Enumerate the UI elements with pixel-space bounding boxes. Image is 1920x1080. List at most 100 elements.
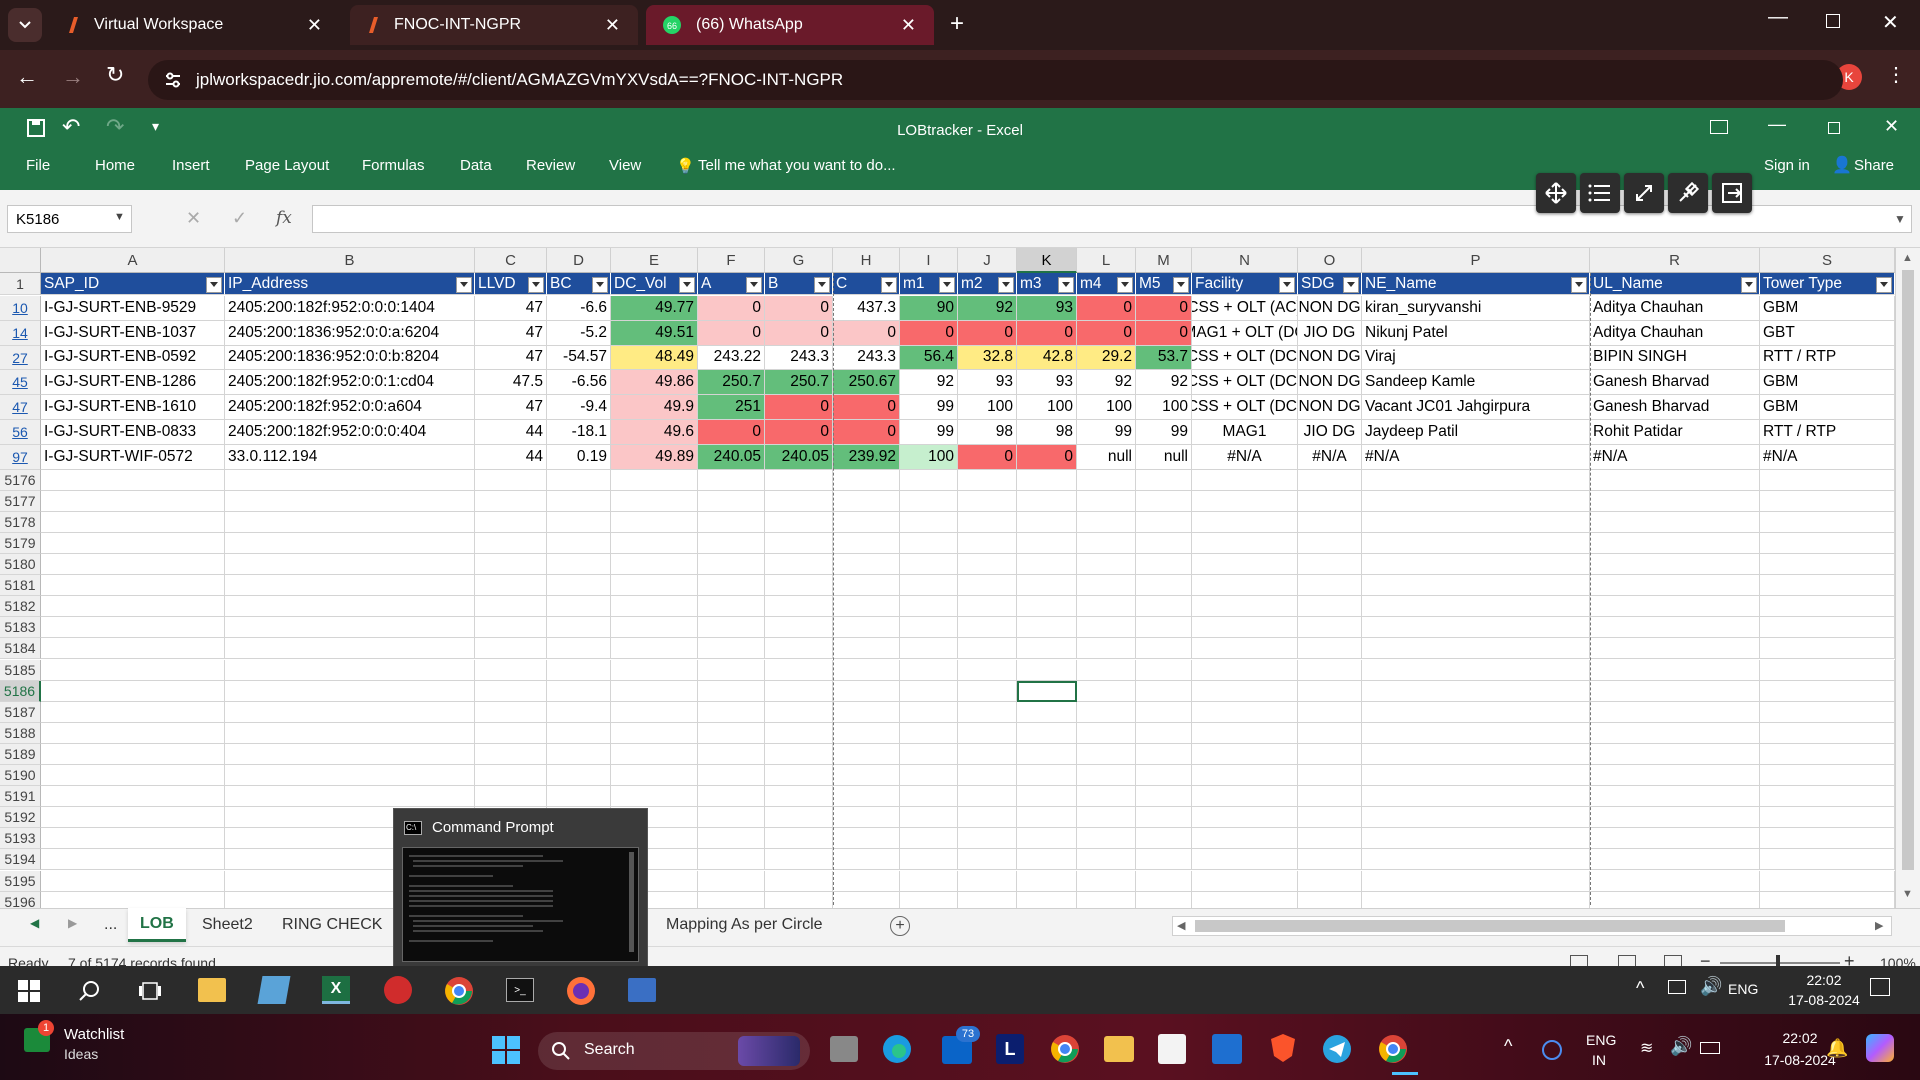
empty-cell[interactable] <box>765 532 833 554</box>
filter-dropdown-icon[interactable] <box>881 277 897 293</box>
empty-cell[interactable] <box>1017 511 1077 533</box>
command-prompt-preview[interactable]: C:\ Command Prompt <box>393 808 648 968</box>
empty-cell[interactable] <box>1077 870 1136 892</box>
add-sheet-icon[interactable]: + <box>890 916 910 936</box>
empty-cell[interactable] <box>900 511 958 533</box>
filter-dropdown-icon[interactable] <box>1173 277 1189 293</box>
menu-view[interactable]: View <box>609 157 641 174</box>
table-cell[interactable]: CSS + OLT (AC) <box>1192 296 1298 321</box>
table-cell[interactable]: -54.57 <box>547 345 611 371</box>
empty-cell[interactable] <box>1362 596 1590 618</box>
empty-cell[interactable] <box>547 532 611 554</box>
row-header[interactable]: 47 <box>0 395 41 420</box>
empty-cell[interactable] <box>1017 596 1077 618</box>
empty-cell[interactable] <box>1760 638 1895 660</box>
empty-cell[interactable] <box>1298 807 1362 829</box>
empty-cell[interactable] <box>1760 870 1895 892</box>
empty-cell[interactable] <box>1362 659 1590 681</box>
table-cell[interactable]: 0 <box>765 320 833 346</box>
empty-cell[interactable] <box>1136 596 1192 618</box>
table-cell[interactable]: null <box>1136 444 1192 470</box>
empty-cell[interactable] <box>475 743 547 765</box>
empty-cell[interactable] <box>900 638 958 660</box>
empty-cell[interactable] <box>1017 849 1077 871</box>
empty-cell[interactable] <box>41 575 225 597</box>
empty-cell[interactable] <box>41 828 225 850</box>
table-cell[interactable]: 44 <box>475 420 547 445</box>
table-cell[interactable]: 0 <box>1017 444 1077 470</box>
empty-cell[interactable] <box>1590 638 1760 660</box>
empty-cell[interactable] <box>1136 638 1192 660</box>
empty-cell[interactable] <box>765 828 833 850</box>
table-cell[interactable]: 44 <box>475 444 547 470</box>
empty-cell[interactable] <box>611 469 698 491</box>
table-cell[interactable]: 53.7 <box>1136 345 1192 371</box>
table-cell[interactable]: MAG1 + OLT (DC <box>1192 320 1298 346</box>
empty-cell[interactable] <box>900 701 958 723</box>
table-cell[interactable]: JIO DG <box>1298 320 1362 346</box>
table-cell[interactable]: -5.2 <box>547 320 611 346</box>
empty-cell[interactable] <box>1590 701 1760 723</box>
empty-cell[interactable] <box>1590 807 1760 829</box>
table-cell[interactable]: 239.92 <box>833 444 900 470</box>
empty-cell[interactable] <box>1136 617 1192 639</box>
table-cell[interactable]: 47 <box>475 345 547 371</box>
empty-cell[interactable] <box>698 849 765 871</box>
table-cell[interactable]: 0 <box>833 395 900 420</box>
table-cell[interactable]: 100 <box>1017 395 1077 420</box>
table-cell[interactable]: 0 <box>833 420 900 445</box>
empty-cell[interactable] <box>1362 575 1590 597</box>
table-cell[interactable]: 0.19 <box>547 444 611 470</box>
empty-cell[interactable] <box>547 743 611 765</box>
empty-cell[interactable] <box>833 849 900 871</box>
empty-cell[interactable] <box>1760 596 1895 618</box>
empty-cell[interactable] <box>475 786 547 808</box>
empty-cell[interactable] <box>225 659 475 681</box>
empty-cell[interactable] <box>1590 617 1760 639</box>
table-cell[interactable]: 98 <box>1017 420 1077 445</box>
table-cell[interactable]: 49.6 <box>611 420 698 445</box>
empty-cell[interactable] <box>225 532 475 554</box>
table-cell[interactable]: GBT <box>1760 320 1895 346</box>
empty-cell[interactable] <box>41 617 225 639</box>
empty-cell[interactable] <box>765 701 833 723</box>
empty-cell[interactable] <box>225 617 475 639</box>
filter-dropdown-icon[interactable] <box>1058 277 1074 293</box>
table-cell[interactable]: 0 <box>765 296 833 321</box>
table-cell[interactable]: 437.3 <box>833 296 900 321</box>
empty-cell[interactable] <box>1760 807 1895 829</box>
filter-dropdown-icon[interactable] <box>1571 277 1587 293</box>
empty-cell[interactable] <box>698 575 765 597</box>
empty-cell[interactable] <box>1077 511 1136 533</box>
forward-icon[interactable]: → <box>62 64 84 90</box>
empty-cell[interactable] <box>698 722 765 744</box>
empty-cell[interactable] <box>958 638 1017 660</box>
table-cell[interactable]: 2405:200:1836:952:0:0:b:8204 <box>225 345 475 371</box>
empty-cell[interactable] <box>611 638 698 660</box>
empty-cell[interactable] <box>900 532 958 554</box>
close-tab-icon[interactable]: ✕ <box>901 15 916 36</box>
table-cell[interactable]: 0 <box>698 320 765 346</box>
empty-cell[interactable] <box>1362 554 1590 576</box>
row-header[interactable]: 5182 <box>0 596 41 618</box>
row-header[interactable]: 5195 <box>0 870 41 892</box>
empty-cell[interactable] <box>1077 786 1136 808</box>
empty-cell[interactable] <box>958 807 1017 829</box>
empty-cell[interactable] <box>475 680 547 702</box>
column-header-j[interactable]: J <box>958 248 1017 273</box>
table-cell[interactable]: Nikunj Patel <box>1362 320 1590 346</box>
table-cell[interactable]: 47 <box>475 320 547 346</box>
empty-cell[interactable] <box>1590 596 1760 618</box>
table-cell[interactable]: #N/A <box>1298 444 1362 470</box>
empty-cell[interactable] <box>1590 786 1760 808</box>
empty-cell[interactable] <box>1362 638 1590 660</box>
empty-cell[interactable] <box>1136 807 1192 829</box>
table-cell[interactable]: 93 <box>1017 296 1077 321</box>
empty-cell[interactable] <box>765 511 833 533</box>
empty-cell[interactable] <box>41 511 225 533</box>
telegram-icon[interactable] <box>1322 1034 1352 1064</box>
empty-cell[interactable] <box>547 554 611 576</box>
new-tab-button[interactable]: + <box>950 10 964 38</box>
row-header[interactable]: 1 <box>0 273 41 295</box>
empty-cell[interactable] <box>1192 680 1298 702</box>
